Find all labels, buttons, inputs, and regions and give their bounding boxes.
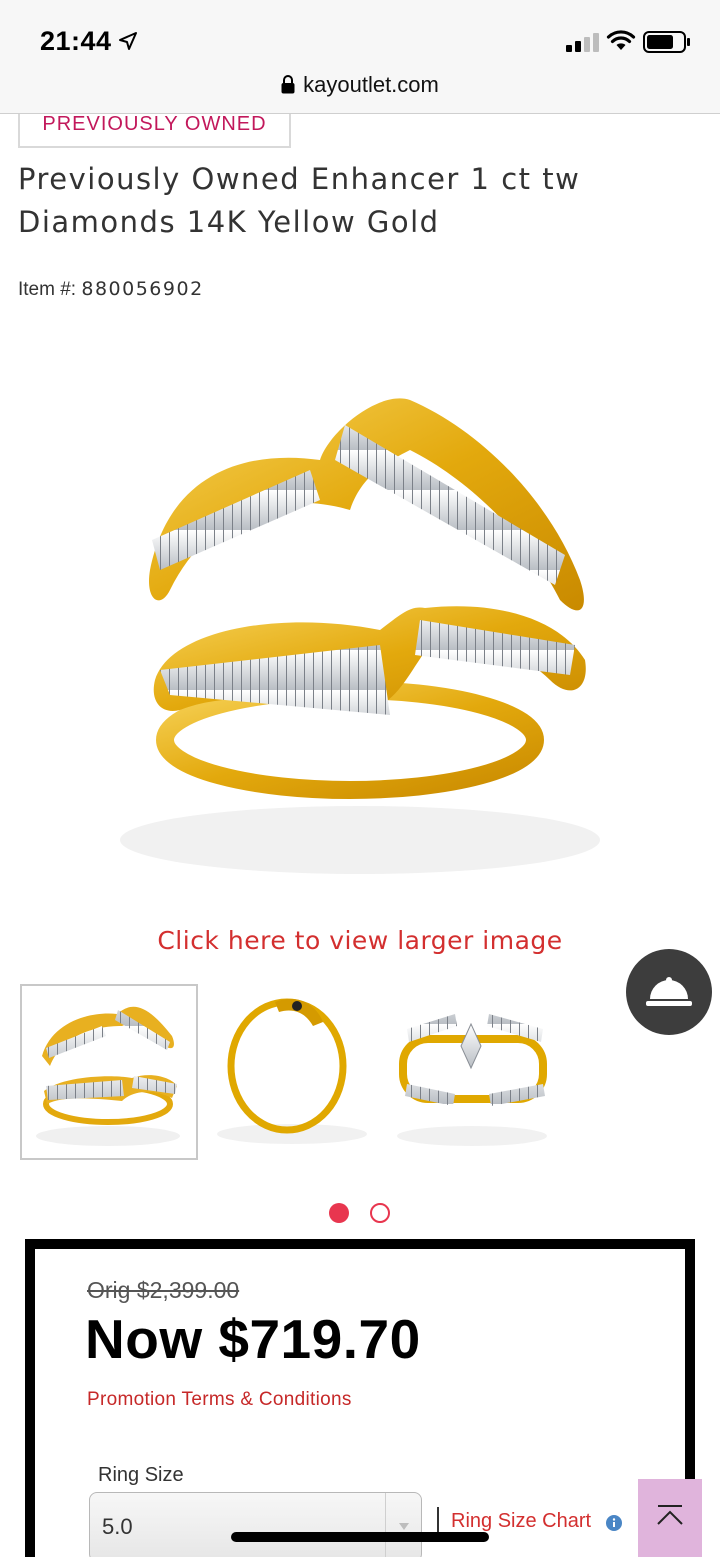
url-text: kayoutlet.com xyxy=(303,72,439,97)
carousel-dot-1[interactable] xyxy=(329,1203,349,1223)
item-number-row: Item #: 880056902 xyxy=(18,278,204,301)
sale-price: Now $719.70 xyxy=(85,1308,421,1370)
promotion-terms-link[interactable]: Promotion Terms & Conditions xyxy=(87,1389,352,1411)
previously-owned-badge: PREVIOUSLY OWNED xyxy=(18,114,291,148)
item-number: 880056902 xyxy=(81,278,204,300)
bell-icon xyxy=(646,977,692,1006)
ring-size-chart-link[interactable]: Ring Size Chart xyxy=(451,1510,591,1533)
signal-icon xyxy=(566,33,599,52)
original-price: Orig $2,399.00 xyxy=(87,1277,240,1303)
scroll-to-top-button[interactable] xyxy=(638,1479,702,1557)
location-arrow-icon xyxy=(119,32,137,50)
ring-size-label: Ring Size xyxy=(98,1464,184,1486)
ring-size-dropdown-arrow[interactable] xyxy=(385,1493,421,1557)
address-bar[interactable]: kayoutlet.com xyxy=(0,64,720,114)
product-title: Previously Owned Enhancer 1 ct tw Diamon… xyxy=(18,162,581,239)
chat-bell-button[interactable] xyxy=(626,949,712,1035)
chevron-down-icon xyxy=(399,1523,409,1530)
product-main-image[interactable] xyxy=(80,370,638,890)
battery-icon xyxy=(643,31,690,53)
thumbnail-front[interactable] xyxy=(20,984,198,1160)
lock-icon xyxy=(281,75,295,94)
wifi-icon xyxy=(606,30,636,50)
ring-size-value: 5.0 xyxy=(102,1514,133,1539)
price-panel: Orig $2,399.00 Now $719.70 Promotion Ter… xyxy=(25,1239,695,1557)
carousel-dot-2[interactable] xyxy=(370,1203,390,1223)
info-icon[interactable] xyxy=(606,1515,622,1531)
status-bar: 21:44 xyxy=(0,0,720,70)
view-larger-image-link[interactable]: Click here to view larger image xyxy=(0,926,720,955)
thumbnail-with-engagement-ring[interactable] xyxy=(385,984,563,1160)
url-display[interactable]: kayoutlet.com xyxy=(0,72,720,98)
status-time: 21:44 xyxy=(40,26,112,56)
home-indicator xyxy=(231,1532,489,1542)
ring-size-select[interactable]: 5.0 xyxy=(89,1492,422,1557)
thumbnail-side[interactable] xyxy=(205,984,383,1160)
item-number-label: Item #: xyxy=(18,279,77,300)
chevron-up-icon xyxy=(657,1505,683,1525)
